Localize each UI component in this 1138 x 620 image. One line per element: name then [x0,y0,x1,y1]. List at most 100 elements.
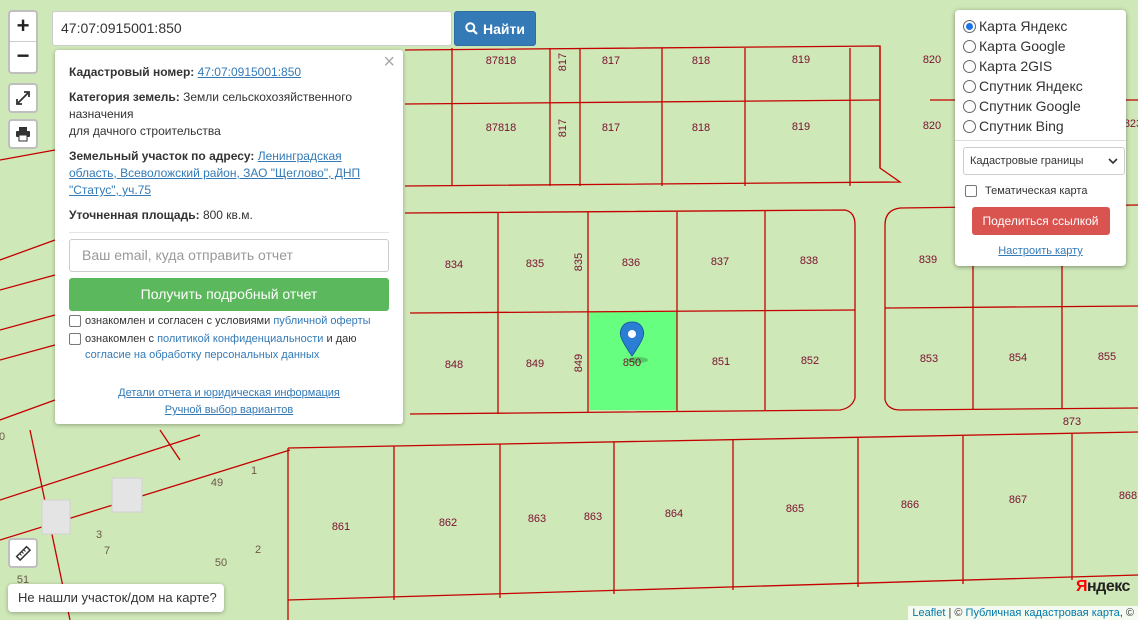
parcel-label: 817 [602,122,620,134]
parcel-info-popup: × Кадастровый номер: 47:07:0915001:850 К… [55,50,403,424]
radio-icon [963,39,976,53]
info-links: Детали отчета и юридическая информация Р… [69,385,389,419]
search-input[interactable]: 47:07:0915001:850 [52,11,452,46]
report-details-link[interactable]: Детали отчета и юридическая информация [69,385,389,402]
parcel-label: 867 [1009,494,1027,506]
consent-privacy-checkbox[interactable] [69,333,81,345]
parcel-label: 839 [919,254,937,266]
ruler-button[interactable] [8,538,38,568]
area-value: 800 кв.м. [202,208,253,222]
category-purpose: для дачного строительства [69,124,221,138]
consent-offer-checkbox[interactable] [69,315,81,327]
layer-option-5[interactable]: Спутник Bing [963,116,1118,136]
parcel-label: 855 [1098,351,1116,363]
expand-icon [16,91,30,105]
boundary-select[interactable]: Кадастровые границы [963,147,1125,175]
thematic-map-label: Тематическая карта [985,185,1088,197]
parcel-label: 818 [692,122,710,134]
personal-data-consent-link[interactable]: согласие на обработку персональных данны… [85,349,319,361]
layer-option-1[interactable]: Карта Google [963,36,1118,56]
boundary-select-value: Кадастровые границы [970,155,1084,167]
leaflet-link[interactable]: Leaflet [912,607,945,619]
close-icon[interactable]: × [383,52,395,72]
fullscreen-button[interactable] [8,83,38,113]
radio-icon [963,119,976,133]
zoom-out-button[interactable]: − [10,42,36,72]
parcel-label: 835 [573,253,585,271]
address-label: Земельный участок по адресу: [69,149,255,163]
printer-icon [16,127,30,142]
parcel-label: 817 [557,119,569,137]
parcel-label: 868 [1119,490,1137,502]
parcel-label: 863 [584,511,602,523]
layer-label: Спутник Google [979,98,1081,114]
layer-option-4[interactable]: Спутник Google [963,96,1118,116]
share-link-button[interactable]: Поделиться ссылкой [971,207,1110,235]
zoom-control: + − [8,10,38,74]
get-report-button[interactable]: Получить подробный отчет [69,278,389,311]
chevron-down-icon [1108,158,1118,165]
yandex-logo-rest: ндекс [1087,578,1130,595]
consent-offer-row: ознакомлен и согласен с условиями публич… [69,313,389,329]
building-label: 3 [96,529,102,541]
cadastral-label: Кадастровый номер: [69,65,195,79]
ruler-icon [15,545,32,562]
parcel-label: 851 [712,356,730,368]
layer-option-3[interactable]: Спутник Яндекс [963,76,1118,96]
search-icon [465,22,478,35]
configure-map-link[interactable]: Настроить карту [998,245,1083,257]
parcel-label: 853 [920,353,938,365]
parcel-label: 819 [792,54,810,66]
thematic-map-row[interactable]: Тематическая карта [965,185,1118,197]
building-label: 7 [104,545,110,557]
parcel-label: 861 [332,521,350,533]
search-button-label: Найти [483,20,525,37]
layer-label: Карта Google [979,38,1066,54]
not-found-button[interactable]: Не нашли участок/дом на карте? [8,584,224,612]
thematic-map-checkbox[interactable] [965,185,977,197]
area-label: Уточненная площадь: [69,208,200,222]
layer-label: Карта 2GIS [979,58,1053,74]
attribution-tail: , © [1119,607,1134,619]
parcel-label: 87818 [486,122,517,134]
public-offer-link[interactable]: публичной оферты [273,315,370,327]
parcel-label: 87818 [486,55,517,67]
attribution-sep: | © [945,607,966,619]
print-button[interactable] [8,119,38,149]
parcel-label: 862 [439,517,457,529]
yandex-logo-first: Я [1076,578,1088,595]
zoom-in-button[interactable]: + [10,12,36,42]
building-label: 0 [0,431,5,443]
divider [955,140,1126,141]
building-label: 2 [255,544,261,556]
building-shape [111,477,143,513]
pkk-link[interactable]: Публичная кадастровая карта [966,607,1120,619]
parcel-label: 838 [800,255,818,267]
parcel-label: 865 [786,503,804,515]
parcel-label: 818 [692,55,710,67]
map-attribution: Leaflet | © Публичная кадастровая карта,… [908,606,1138,620]
layer-option-0[interactable]: Карта Яндекс [963,16,1118,36]
consent-privacy-text: ознакомлен с [85,333,155,345]
parcel-label: 819 [792,121,810,133]
parcel-label: 837 [711,256,729,268]
email-field[interactable]: Ваш email, куда отправить отчет [69,239,389,272]
parcel-label: 854 [1009,352,1027,364]
layer-label: Карта Яндекс [979,18,1068,34]
manual-select-link[interactable]: Ручной выбор вариантов [69,402,389,419]
parcel-label: 849 [526,358,544,370]
layer-option-2[interactable]: Карта 2GIS [963,56,1118,76]
building-label: 49 [211,477,223,489]
parcel-label: 848 [445,359,463,371]
parcel-label: 866 [901,499,919,511]
radio-icon [963,99,976,113]
parcel-label: 863 [528,513,546,525]
cadastral-number-link[interactable]: 47:07:0915001:850 [198,65,301,79]
parcel-label: 852 [801,355,819,367]
parcel-label: 834 [445,259,463,271]
radio-icon [963,59,976,73]
parcel-label: 817 [557,53,569,71]
parcel-label: 820 [923,54,941,66]
privacy-policy-link[interactable]: политикой конфиденциальности [157,333,323,345]
search-button[interactable]: Найти [454,11,536,46]
